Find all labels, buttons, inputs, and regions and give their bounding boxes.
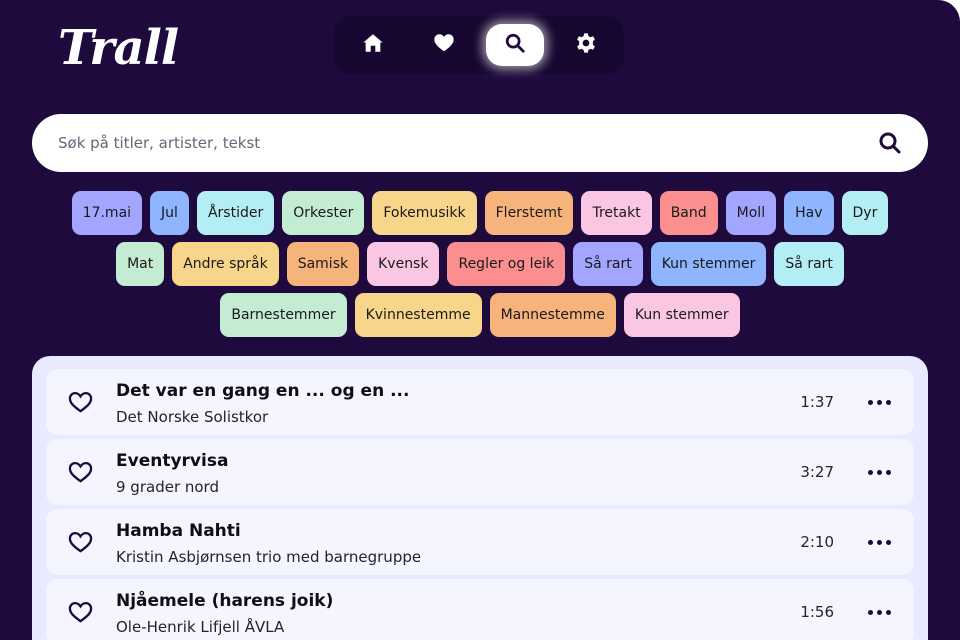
- tag-chip[interactable]: Kvinnestemme: [354, 293, 482, 337]
- more-options-icon[interactable]: [868, 531, 892, 551]
- tag-chip[interactable]: Dyr: [841, 191, 889, 235]
- tag-chip[interactable]: Flerstemt: [484, 191, 574, 235]
- search-icon[interactable]: [878, 131, 902, 155]
- nav-settings-button[interactable]: [557, 24, 615, 66]
- tag-chip[interactable]: Kvensk: [367, 242, 440, 286]
- tag-row: 17.mai Jul Årstider Orkester Fokemusikk Flers…: [0, 191, 960, 235]
- tag-chip[interactable]: Jul: [150, 191, 189, 235]
- app-window: Trall 17.maiJulÅrstiderO: [0, 0, 960, 640]
- top-nav: [334, 16, 624, 74]
- song-row[interactable]: Det var en gang en ... og en ... Det Nors…: [46, 369, 914, 435]
- song-row[interactable]: Eventyrvisa 9 grader nord 3:27: [46, 439, 914, 505]
- heart-icon[interactable]: [68, 530, 93, 554]
- heart-icon[interactable]: [68, 460, 93, 484]
- song-title: Njåemele (harens joik): [116, 591, 334, 611]
- heart-icon[interactable]: [68, 390, 93, 414]
- search-bar: [32, 114, 928, 172]
- song-title: Hamba Nahti: [116, 521, 241, 541]
- search-icon: [504, 32, 526, 58]
- tag-chip[interactable]: 17.mai: [71, 191, 143, 235]
- tag-chip[interactable]: Moll: [725, 191, 777, 235]
- tag-chip[interactable]: Samisk: [286, 242, 360, 286]
- song-duration: 1:37: [800, 393, 834, 411]
- tag-chip[interactable]: Andre språk: [172, 242, 279, 286]
- song-title: Eventyrvisa: [116, 451, 229, 471]
- tag-row: Mat Andre språk Samisk Kvensk Regler og leik…: [0, 242, 960, 286]
- tag-chip[interactable]: Hav: [784, 191, 834, 235]
- song-duration: 3:27: [800, 463, 834, 481]
- song-artist: Kristin Asbjørnsen trio med barnegruppe: [116, 548, 422, 566]
- tag-chip[interactable]: Tretakt: [581, 191, 652, 235]
- song-artist: Ole-Henrik Lifjell ÅVLA: [116, 618, 285, 636]
- more-options-icon[interactable]: [868, 391, 892, 411]
- home-icon: [362, 32, 384, 58]
- tag-chip[interactable]: Mat: [116, 242, 165, 286]
- tag-chip[interactable]: Så rart: [774, 242, 844, 286]
- tag-chip[interactable]: Regler og leik: [447, 242, 566, 286]
- song-title: Det var en gang en ... og en ...: [116, 381, 410, 401]
- tag-chip[interactable]: Barnestemmer: [220, 293, 347, 337]
- heart-icon: [433, 32, 455, 58]
- search-input[interactable]: [58, 134, 838, 152]
- gear-icon: [575, 32, 597, 58]
- tag-chip[interactable]: Så rart: [573, 242, 643, 286]
- song-artist: 9 grader nord: [116, 478, 219, 496]
- tag-chip[interactable]: Fokemusikk: [372, 191, 477, 235]
- nav-home-button[interactable]: [344, 24, 402, 66]
- logo: Trall: [58, 20, 179, 76]
- tag-chip[interactable]: Kun stemmer: [623, 293, 740, 337]
- tag-chip[interactable]: Mannestemme: [489, 293, 616, 337]
- tag-chip[interactable]: Band: [659, 191, 718, 235]
- tag-chip[interactable]: Årstider: [196, 191, 275, 235]
- song-duration: 2:10: [800, 533, 834, 551]
- song-row[interactable]: Njåemele (harens joik) Ole-Henrik Lifjell…: [46, 579, 914, 640]
- more-options-icon[interactable]: [868, 601, 892, 621]
- nav-favorites-button[interactable]: [415, 24, 473, 66]
- tag-row: Barnestemmer Kvinnestemme Mannestemme Kun s…: [0, 293, 960, 337]
- tag-filters: 17.mai Jul Årstider Orkester Fokemusikk Flers…: [0, 191, 960, 344]
- song-duration: 1:56: [800, 603, 834, 621]
- tag-chip[interactable]: Orkester: [282, 191, 365, 235]
- song-list: Det var en gang en ... og en ... Det Nors…: [32, 356, 928, 640]
- tag-chip[interactable]: Kun stemmer: [650, 242, 767, 286]
- more-options-icon[interactable]: [868, 461, 892, 481]
- song-row[interactable]: Hamba Nahti Kristin Asbjørnsen trio med b…: [46, 509, 914, 575]
- nav-search-button[interactable]: [486, 24, 544, 66]
- song-artist: Det Norske Solistkor: [116, 408, 269, 426]
- heart-icon[interactable]: [68, 600, 93, 624]
